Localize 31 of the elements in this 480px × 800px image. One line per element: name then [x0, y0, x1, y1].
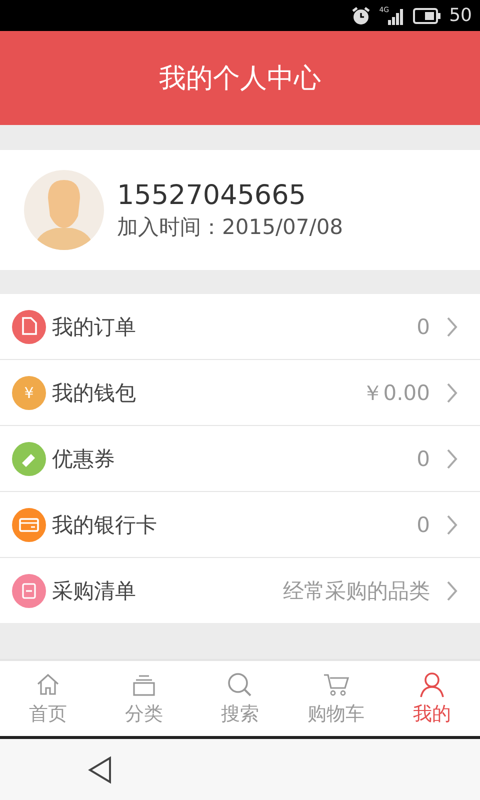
menu-value: 0 — [416, 446, 430, 470]
menu-label: 优惠券 — [52, 446, 116, 472]
chevron-icon — [446, 514, 458, 536]
join-date: 加入时间：2015/07/08 — [117, 214, 344, 240]
page-title: 我的个人中心 — [159, 62, 321, 96]
menu-label: 我的钱包 — [52, 380, 137, 406]
person-icon — [418, 670, 446, 698]
menu-item[interactable]: 我的订单 0 — [0, 294, 480, 360]
menu-label: 我的订单 — [52, 314, 137, 340]
battery-level: 50 — [449, 5, 472, 26]
menu-value: 0 — [416, 512, 430, 536]
menu-item[interactable]: 我的银行卡 0 — [0, 492, 480, 558]
back-button[interactable] — [88, 756, 112, 784]
alarm-icon — [351, 6, 372, 26]
battery-icon — [413, 8, 442, 24]
phone-number: 15527045665 — [117, 180, 307, 210]
chevron-icon — [446, 448, 458, 470]
tab[interactable]: 我的 — [384, 661, 480, 736]
menu-item[interactable]: ¥ 我的钱包 ￥0.00 — [0, 360, 480, 426]
menu-value: 0 — [416, 314, 430, 338]
menu-label: 采购清单 — [52, 578, 137, 604]
menu-label: 我的银行卡 — [52, 512, 158, 538]
menu-item[interactable]: 采购清单 经常采购的品类 — [0, 558, 480, 623]
chevron-icon — [446, 580, 458, 602]
menu-item[interactable]: 优惠券 0 — [0, 426, 480, 492]
menu-value: 经常采购的品类 — [283, 578, 430, 604]
chevron-icon — [446, 382, 458, 404]
signal-icon — [387, 6, 406, 24]
yen-icon: ¥ — [12, 376, 46, 410]
menu-value: ￥0.00 — [362, 380, 430, 406]
chevron-icon — [446, 316, 458, 338]
